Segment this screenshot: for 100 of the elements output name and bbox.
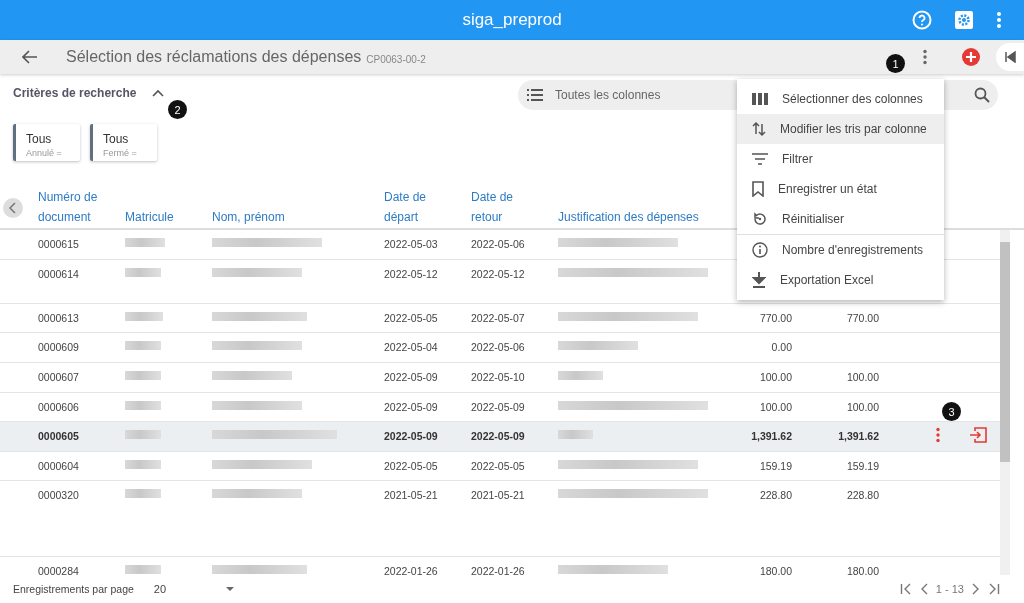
scroll-left-icon[interactable]: [3, 198, 23, 218]
table-cell: 180.00: [846, 565, 879, 575]
more-icon[interactable]: [996, 11, 1002, 29]
blurred-text: [125, 401, 161, 410]
table-cell: 228.80: [759, 489, 792, 501]
table-cell-text: 0000605: [38, 430, 80, 442]
table-cell-text: 0000613: [38, 312, 80, 324]
search-icon[interactable]: [974, 87, 990, 103]
column-header[interactable]: Matricule: [125, 207, 212, 228]
table-cell-text: 0000614: [38, 268, 80, 280]
table-row[interactable]: 0000320 2021-05-21 2021-05-21 228.80 228.80: [0, 481, 1000, 557]
enter-icon[interactable]: [969, 427, 987, 443]
menu-item[interactable]: Modifier les tris par colonne: [737, 114, 944, 144]
previous-page-icon[interactable]: [919, 583, 928, 595]
blurred-text: [125, 565, 161, 574]
blurred-text: [125, 460, 161, 469]
table-cell: 770.00: [759, 312, 792, 324]
table-cell-text: 2022-05-05: [384, 460, 439, 472]
collapse-panel-button[interactable]: [996, 43, 1024, 71]
table-cell: 228.80: [846, 489, 879, 501]
info-icon: [752, 242, 768, 258]
table-row[interactable]: 0000609 2022-05-04 2022-05-06 0.00: [0, 333, 1000, 363]
table-cell-text: 2022-05-09: [471, 401, 526, 413]
menu-item[interactable]: Exportation Excel: [737, 265, 944, 295]
chevron-icon[interactable]: [152, 89, 165, 97]
table-cell-text: 0000604: [38, 460, 80, 472]
dropdown-icon: [226, 587, 235, 591]
column-header[interactable]: Date de départ: [384, 187, 471, 228]
criteria-label: Critères de recherche: [13, 86, 137, 100]
blurred-text: [125, 238, 165, 247]
scrollbar[interactable]: [1000, 230, 1010, 575]
table-cell-text: 0000609: [38, 341, 80, 353]
table-row[interactable]: 0000604 2022-05-05 2022-05-05 159.19 159.19: [0, 452, 1000, 481]
reset-icon: [752, 211, 768, 227]
table-row[interactable]: 0000613 2022-05-05 2022-05-07 770.00 770.00: [0, 304, 1000, 333]
table-cell-text: 2022-05-07: [471, 312, 526, 324]
step-marker: 3: [942, 402, 961, 421]
add-icon[interactable]: [962, 48, 980, 66]
table-cell-text: 2022-05-04: [384, 341, 439, 353]
list-icon: [527, 89, 543, 101]
filter-label: Annulé =: [26, 148, 63, 158]
table-cell-text: 0000615: [38, 238, 80, 250]
page-code: CP0063-00-2: [366, 53, 426, 65]
table-cell-text: 0000607: [38, 371, 80, 383]
more-icon[interactable]: [935, 427, 941, 443]
last-page-icon[interactable]: [988, 583, 1000, 595]
first-page-icon[interactable]: [899, 583, 912, 595]
table-cell-text: 2022-01-26: [384, 565, 439, 575]
table-cell-text: 2022-05-05: [384, 312, 439, 324]
table-cell-text: 2022-05-12: [471, 268, 526, 280]
filter-value: Tous: [103, 132, 130, 146]
blurred-text: [125, 268, 161, 277]
per-page-label: Enregistrements par page: [13, 583, 134, 595]
table-cell-text: 2022-05-09: [471, 430, 526, 442]
table-cell-text: 2021-05-21: [384, 489, 439, 501]
filter-icon: [752, 153, 768, 165]
table-cell: 100.00: [759, 401, 792, 413]
menu-item[interactable]: Filtrer: [737, 144, 944, 174]
table-cell-text: 0000320: [38, 489, 80, 501]
blurred-text: [125, 312, 163, 321]
column-header[interactable]: Numéro de document: [38, 187, 125, 228]
table-cell-text: 2022-01-26: [471, 565, 526, 575]
next-page-icon[interactable]: [972, 583, 980, 595]
filter-chip[interactable]: Tous Annulé =: [13, 124, 80, 161]
filter-chip[interactable]: Tous Fermé =: [90, 124, 157, 161]
help-icon[interactable]: [912, 10, 932, 30]
back-arrow-icon[interactable]: [22, 50, 38, 64]
table-cell-text: 2022-05-05: [471, 460, 526, 472]
blurred-text: [125, 341, 161, 350]
blurred-text: [558, 430, 593, 439]
menu-item[interactable]: Nombre d'enregistrements: [737, 234, 944, 265]
settings-icon[interactable]: [954, 10, 974, 30]
table-cell-text: 2022-05-09: [384, 401, 439, 413]
table-cell: 0.00: [771, 341, 792, 353]
column-header[interactable]: Date de retour: [471, 187, 558, 228]
table-cell-text: 2022-05-06: [471, 238, 526, 250]
blurred-text: [125, 371, 161, 380]
app-title: siga_preprod: [462, 10, 562, 30]
column-header[interactable]: Justification des dépenses: [558, 207, 738, 228]
table-cell-text: 2022-05-03: [384, 238, 439, 250]
table-cell-text: 0000606: [38, 401, 80, 413]
table-row[interactable]: 0000284 2022-01-26 2022-01-26 180.00 180.00: [0, 557, 1000, 575]
columns-icon: [752, 93, 768, 105]
first-page-icon: [1004, 51, 1016, 63]
step-marker: 2: [168, 100, 187, 119]
table-cell-text: 0000284: [38, 565, 80, 575]
table-cell: 159.19: [846, 460, 879, 472]
blurred-text: [125, 430, 161, 439]
per-page-select[interactable]: 20: [153, 583, 235, 595]
selected-row[interactable]: 0000605 2022-05-09 2022-05-09 1,391.62 1,391.62: [0, 422, 1000, 452]
blurred-text: [558, 371, 603, 380]
page-range: 1 - 13: [935, 583, 964, 595]
filter-value: Tous: [26, 132, 53, 146]
table-cell: 1,391.62: [751, 430, 792, 442]
table-cell: 100.00: [759, 371, 792, 383]
column-header[interactable]: Nom, prénom: [212, 207, 384, 228]
menu-item[interactable]: Enregistrer un état: [737, 174, 944, 204]
more-icon[interactable]: [922, 49, 928, 65]
table-cell: 180.00: [759, 565, 792, 575]
table-row[interactable]: 0000607 2022-05-09 2022-05-10 100.00 100.00: [0, 363, 1000, 393]
